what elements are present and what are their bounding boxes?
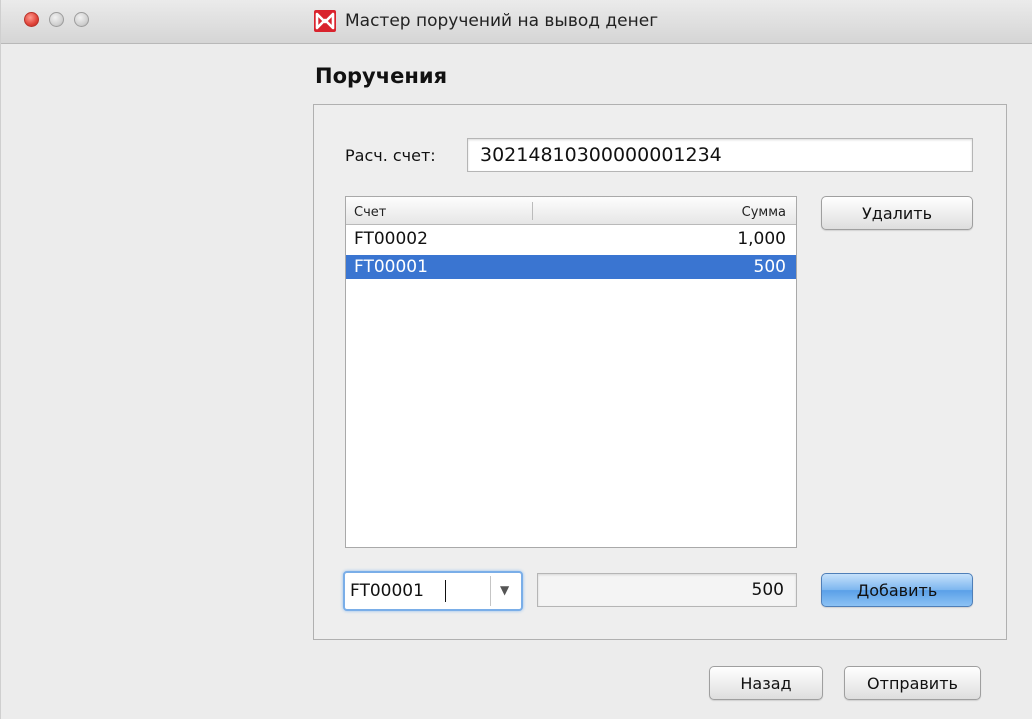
chevron-down-icon[interactable]: ▼ — [500, 583, 509, 597]
minimize-window-button[interactable] — [49, 12, 64, 27]
title-bar: Мастер поручений на вывод денег — [1, 0, 1032, 44]
row-amount: 500 — [753, 257, 786, 277]
send-button[interactable]: Отправить — [844, 666, 981, 700]
delete-button[interactable]: Удалить — [821, 196, 973, 230]
orders-table[interactable]: Счет Сумма FT00002 1,000 FT00001 500 — [345, 196, 797, 548]
table-header: Счет Сумма — [346, 197, 796, 225]
account-field[interactable]: 30214810300000001234 — [467, 138, 973, 172]
back-button[interactable]: Назад — [709, 666, 823, 700]
account-combo-input[interactable]: FT00001 — [350, 581, 424, 601]
row-account: FT00001 — [354, 257, 428, 277]
column-header-account[interactable]: Счет — [354, 205, 386, 220]
account-label: Расч. счет: — [345, 146, 436, 165]
table-row[interactable]: FT00002 1,000 — [346, 227, 796, 251]
column-header-amount[interactable]: Сумма — [742, 205, 786, 220]
app-window: Мастер поручений на вывод денег Поручени… — [0, 0, 1032, 719]
combo-divider — [490, 576, 491, 606]
column-divider[interactable] — [532, 202, 533, 220]
moex-logo-icon — [314, 10, 336, 32]
window-title: Мастер поручений на вывод денег — [345, 11, 659, 31]
add-button[interactable]: Добавить — [821, 573, 973, 607]
row-account: FT00002 — [354, 229, 428, 249]
row-amount: 1,000 — [737, 229, 786, 249]
page-title: Поручения — [315, 64, 448, 88]
account-combo[interactable]: FT00001 ▼ — [343, 571, 523, 611]
close-window-button[interactable] — [24, 12, 39, 27]
text-cursor — [445, 580, 446, 602]
zoom-window-button[interactable] — [74, 12, 89, 27]
amount-field[interactable]: 500 — [537, 573, 797, 607]
table-row-selected[interactable]: FT00001 500 — [346, 255, 796, 279]
